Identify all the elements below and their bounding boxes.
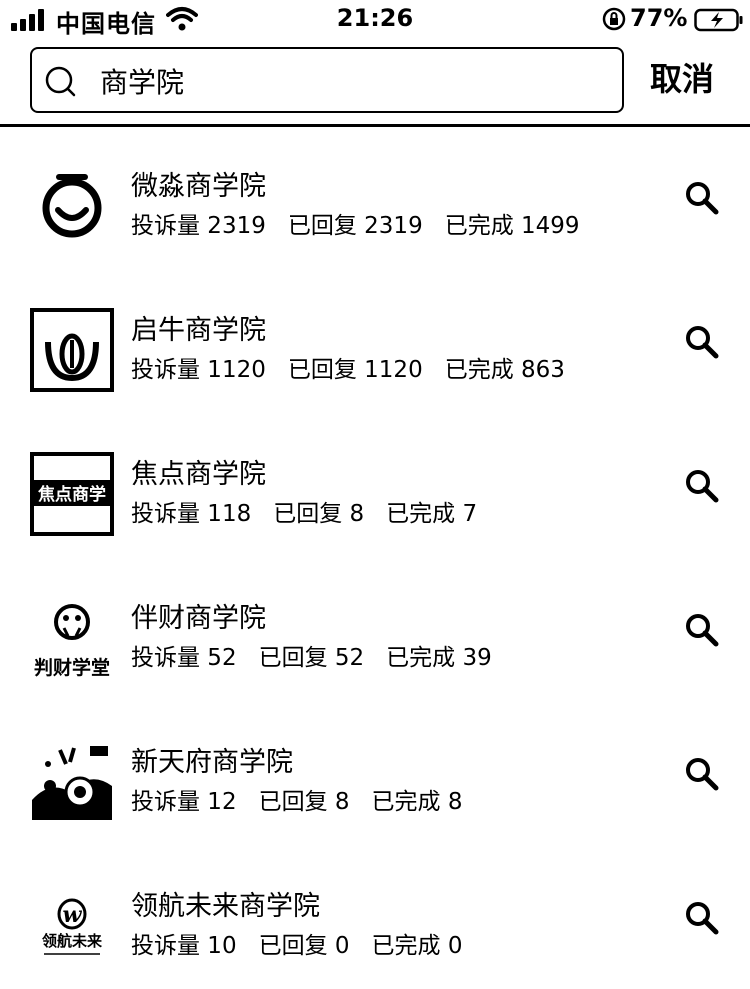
result-item[interactable]: 启牛商学院 投诉量 1120 已回复 1120 已完成 863 bbox=[0, 272, 750, 412]
completed-count: 已完成 39 bbox=[386, 645, 492, 671]
result-name: 微淼商学院 bbox=[131, 171, 266, 202]
result-stats: 投诉量 118 已回复 8 已完成 7 bbox=[131, 494, 499, 528]
completed-count: 已完成 0 bbox=[371, 933, 463, 959]
jiaodian-logo: 焦点商学 bbox=[30, 452, 114, 536]
linghang-logo: w 领航未来 bbox=[41, 898, 103, 955]
result-name: 焦点商学院 bbox=[131, 459, 266, 490]
result-name: 伴财商学院 bbox=[131, 603, 266, 634]
result-item[interactable]: 微淼商学院 投诉量 2319 已回复 2319 已完成 1499 bbox=[0, 128, 750, 268]
weimiao-logo bbox=[42, 174, 102, 238]
result-stats: 投诉量 1120 已回复 1120 已完成 863 bbox=[131, 350, 587, 384]
replied-count: 已回复 1120 bbox=[287, 357, 423, 383]
result-item[interactable]: 判财学堂 伴财商学院 投诉量 52 已回复 52 已完成 39 bbox=[0, 560, 750, 700]
search-box[interactable] bbox=[30, 47, 624, 113]
complaints-count: 投诉量 10 bbox=[131, 933, 237, 959]
result-item[interactable]: 新天府商学院 投诉量 12 已回复 8 已完成 8 bbox=[0, 704, 750, 844]
completed-count: 已完成 1499 bbox=[444, 213, 580, 239]
battery-percent: 77% bbox=[630, 4, 688, 32]
svg-text:焦点商学: 焦点商学 bbox=[37, 484, 106, 505]
complaints-count: 投诉量 118 bbox=[131, 501, 252, 527]
replied-count: 已回复 8 bbox=[273, 501, 365, 527]
result-name: 启牛商学院 bbox=[131, 315, 266, 346]
replied-count: 已回复 2319 bbox=[287, 213, 423, 239]
bancai-logo: 判财学堂 bbox=[34, 604, 110, 679]
status-bar: 中国电信 21:26 77% bbox=[0, 0, 750, 40]
cancel-button[interactable]: 取消 bbox=[650, 54, 714, 100]
replied-count: 已回复 0 bbox=[258, 933, 350, 959]
search-icon[interactable] bbox=[684, 756, 720, 792]
search-icon[interactable] bbox=[684, 324, 720, 360]
svg-text:w: w bbox=[63, 902, 83, 928]
search-icon[interactable] bbox=[684, 612, 720, 648]
result-stats: 投诉量 10 已回复 0 已完成 0 bbox=[131, 926, 484, 960]
battery-charging-icon bbox=[694, 8, 743, 32]
result-stats: 投诉量 12 已回复 8 已完成 8 bbox=[131, 782, 484, 816]
complaints-count: 投诉量 1120 bbox=[131, 357, 266, 383]
result-name: 领航未来商学院 bbox=[131, 891, 320, 922]
search-icon[interactable] bbox=[684, 900, 720, 936]
search-icon bbox=[45, 66, 76, 97]
svg-text:判财学堂: 判财学堂 bbox=[34, 656, 110, 679]
complaints-count: 投诉量 52 bbox=[131, 645, 237, 671]
result-name: 新天府商学院 bbox=[131, 747, 293, 778]
complaints-count: 投诉量 12 bbox=[131, 789, 237, 815]
completed-count: 已完成 863 bbox=[444, 357, 565, 383]
replied-count: 已回复 52 bbox=[258, 645, 365, 671]
complaints-count: 投诉量 2319 bbox=[131, 213, 266, 239]
search-bar: 取消 bbox=[0, 44, 750, 124]
search-input[interactable] bbox=[100, 61, 600, 101]
result-stats: 投诉量 2319 已回复 2319 已完成 1499 bbox=[131, 206, 602, 240]
replied-count: 已回复 8 bbox=[258, 789, 350, 815]
result-item[interactable]: 焦点商学 焦点商学院 投诉量 118 已回复 8 已完成 7 bbox=[0, 416, 750, 556]
search-icon[interactable] bbox=[684, 180, 720, 216]
xintianfu-logo bbox=[32, 746, 112, 820]
completed-count: 已完成 8 bbox=[371, 789, 463, 815]
svg-text:领航未来: 领航未来 bbox=[41, 932, 103, 950]
result-stats: 投诉量 52 已回复 52 已完成 39 bbox=[131, 638, 514, 672]
completed-count: 已完成 7 bbox=[386, 501, 478, 527]
search-icon[interactable] bbox=[684, 468, 720, 504]
qiniu-logo bbox=[30, 308, 114, 392]
header-divider bbox=[0, 124, 750, 127]
result-item[interactable]: w 领航未来 领航未来商学院 投诉量 10 已回复 0 已完成 0 bbox=[0, 848, 750, 988]
rotation-lock-icon bbox=[602, 7, 626, 31]
